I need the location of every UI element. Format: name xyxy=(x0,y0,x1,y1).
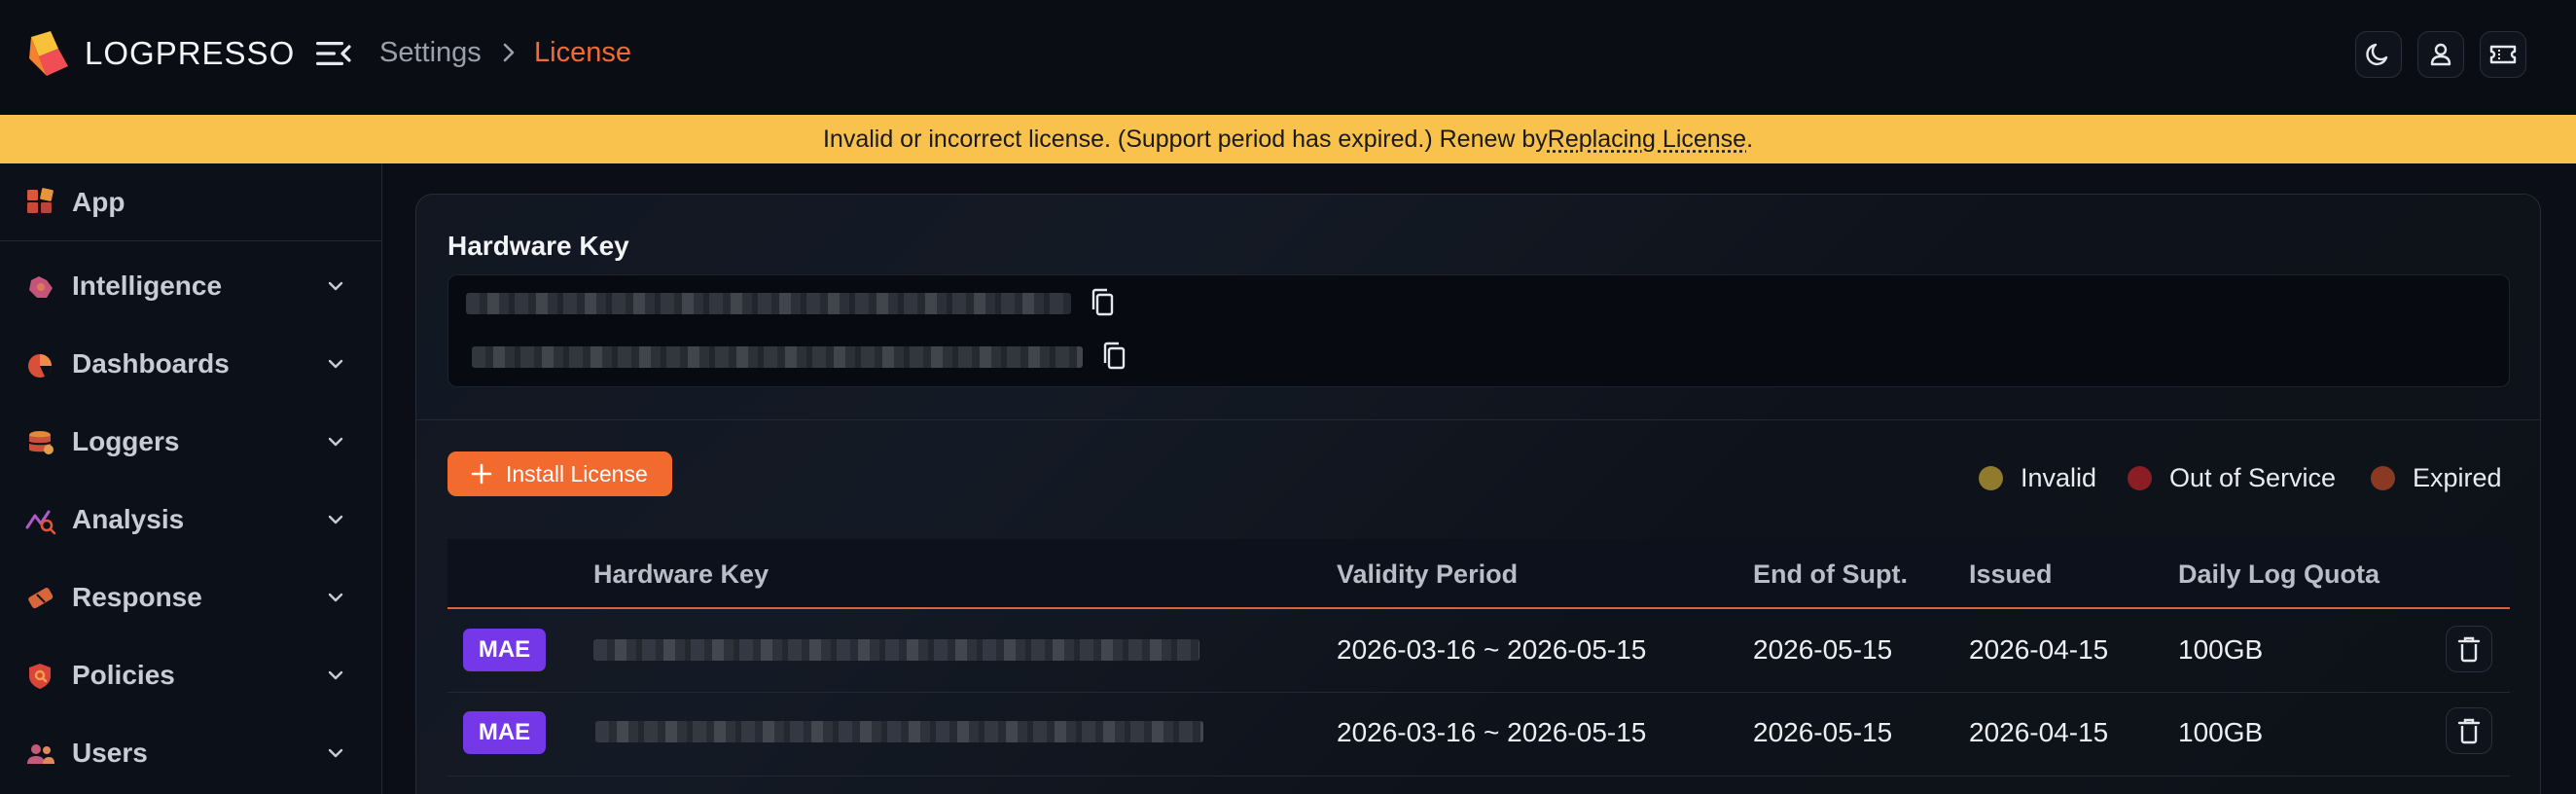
legend-dot xyxy=(2128,466,2152,490)
sidebar-item-label: App xyxy=(72,187,125,217)
chevron-down-icon xyxy=(328,593,343,602)
install-license-button[interactable]: Install License xyxy=(447,451,672,496)
brand-name[interactable]: LOGPRESSO xyxy=(85,35,295,72)
column-header-validity-period: Validity Period xyxy=(1337,559,1519,589)
copy-icon[interactable] xyxy=(1089,287,1118,320)
sidebar-toggle-button[interactable] xyxy=(313,37,352,70)
chevron-right-icon xyxy=(503,43,515,62)
section-divider xyxy=(416,419,2540,420)
plus-icon xyxy=(471,463,492,485)
breadcrumb-settings[interactable]: Settings xyxy=(379,37,482,69)
sidebar-item-policies[interactable]: Policies xyxy=(0,636,381,714)
breadcrumb-license: License xyxy=(534,37,631,68)
column-header-end-of-support: End of Supt. xyxy=(1753,559,1908,589)
delete-license-button[interactable] xyxy=(2446,626,2492,672)
sidebar-item-dashboards[interactable]: Dashboards xyxy=(0,325,381,403)
row-hardware-key-redacted xyxy=(593,639,1199,661)
sidebar-item-label: Users xyxy=(72,738,148,768)
sidebar-item-label: Response xyxy=(72,582,202,612)
end-of-support: 2026-05-15 xyxy=(1753,717,1893,747)
moon-icon xyxy=(2366,43,2388,66)
replace-license-link[interactable]: Replacing License xyxy=(1548,126,1746,154)
hardware-key-value-redacted xyxy=(466,293,1071,314)
sidebar-item-users[interactable]: Users xyxy=(0,714,381,792)
row-hardware-key-redacted xyxy=(595,721,1203,742)
license-warning-banner: Invalid or incorrect license. (Support p… xyxy=(0,115,2576,163)
analysis-icon xyxy=(25,510,56,535)
hardware-key-box xyxy=(447,274,2510,387)
sidebar-item-app[interactable]: App xyxy=(0,163,381,241)
sidebar-item-label: Loggers xyxy=(72,426,180,456)
logpresso-logo-icon[interactable] xyxy=(25,29,72,80)
edition-badge: MAE xyxy=(463,629,546,671)
legend-invalid: Invalid xyxy=(1979,463,2096,493)
chevron-down-icon xyxy=(328,359,343,369)
edition-badge: MAE xyxy=(463,711,546,754)
sidebar-item-response[interactable]: Response xyxy=(0,559,381,636)
legend-out-of-service: Out of Service xyxy=(2128,463,2336,493)
delete-license-button[interactable] xyxy=(2446,707,2492,754)
sidebar-item-analysis[interactable]: Analysis xyxy=(0,481,381,559)
legend-label: Invalid xyxy=(2021,463,2097,492)
shield-icon xyxy=(29,664,51,689)
legend-expired: Expired xyxy=(2371,463,2502,493)
chevron-down-icon xyxy=(328,437,343,447)
sidebar-item-label: Policies xyxy=(72,660,175,690)
daily-log-quota: 100GB xyxy=(2178,634,2264,665)
column-header-daily-log-quota: Daily Log Quota xyxy=(2178,559,2380,589)
chevron-down-icon xyxy=(328,748,343,758)
sidebar-item-label: Analysis xyxy=(72,504,185,534)
chevron-down-icon xyxy=(328,670,343,680)
sidebar: App Intelligence Dashboards Loggers Anal… xyxy=(0,163,382,794)
sidebar-item-label: Dashboards xyxy=(72,348,230,379)
hardware-key-value-redacted xyxy=(472,346,1083,368)
legend-dot xyxy=(2371,466,2395,490)
menu-collapse-icon xyxy=(316,42,351,65)
copy-icon[interactable] xyxy=(1100,341,1129,374)
issued-date: 2026-04-15 xyxy=(1969,717,2109,747)
trash-icon xyxy=(2457,718,2481,744)
legend-label: Expired xyxy=(2413,463,2502,492)
sidebar-item-intelligence[interactable]: Intelligence xyxy=(0,247,381,325)
users-icon xyxy=(27,744,54,764)
trash-icon xyxy=(2457,636,2481,663)
top-header: LOGPRESSO Settings License xyxy=(0,0,2576,115)
column-header-hardware-key: Hardware Key xyxy=(593,559,769,589)
daily-log-quota: 100GB xyxy=(2178,717,2264,747)
user-icon xyxy=(2430,43,2451,66)
sidebar-item-label: Intelligence xyxy=(72,271,223,301)
response-icon xyxy=(28,588,54,609)
install-license-label: Install License xyxy=(506,460,648,487)
banner-text: Invalid or incorrect license. (Support p… xyxy=(822,125,1548,153)
issued-date: 2026-04-15 xyxy=(1969,634,2109,665)
user-button[interactable] xyxy=(2417,31,2464,78)
hardware-key-title: Hardware Key xyxy=(447,231,629,261)
database-icon xyxy=(28,431,54,454)
validity-period: 2026-03-16 ~ 2026-05-15 xyxy=(1337,634,1647,665)
ticket-icon xyxy=(2489,45,2517,64)
end-of-support: 2026-05-15 xyxy=(1753,634,1893,665)
legend-label: Out of Service xyxy=(2169,463,2337,492)
pie-chart-icon xyxy=(28,354,53,378)
legend-dot xyxy=(1979,466,2003,490)
column-header-issued: Issued xyxy=(1969,559,2053,589)
banner-suffix: . xyxy=(1746,125,1754,153)
app-grid-icon xyxy=(27,188,54,213)
theme-toggle-button[interactable] xyxy=(2355,31,2402,78)
intelligence-icon xyxy=(29,276,53,298)
chevron-down-icon xyxy=(328,281,343,291)
chevron-down-icon xyxy=(328,515,343,524)
sidebar-item-loggers[interactable]: Loggers xyxy=(0,403,381,481)
license-ticket-button[interactable] xyxy=(2480,31,2526,78)
validity-period: 2026-03-16 ~ 2026-05-15 xyxy=(1337,717,1647,747)
